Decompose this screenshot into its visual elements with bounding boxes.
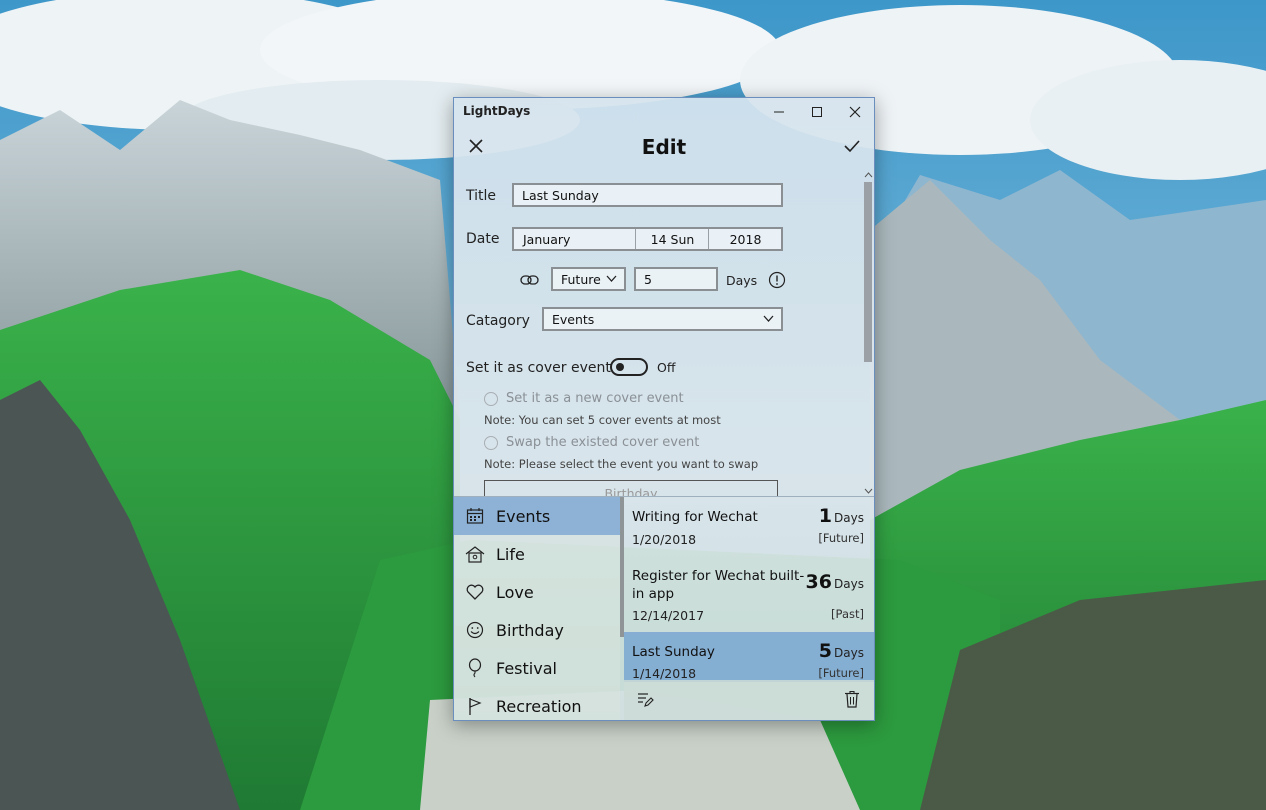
trash-icon[interactable] [844, 690, 860, 708]
link-icon[interactable] [520, 273, 540, 287]
event-date: 1/14/2018 [632, 666, 697, 681]
event-item[interactable]: Register for Wechat built-in app 12/14/2… [624, 553, 874, 629]
title-bar[interactable]: LightDays [454, 98, 874, 126]
category-item-recreation[interactable]: Recreation [454, 687, 620, 720]
event-unit: Days [834, 646, 864, 660]
event-count: 36 [805, 571, 832, 593]
form-scrollbar[interactable] [862, 170, 874, 496]
flag-icon [464, 695, 486, 717]
bottom-command-bar [624, 680, 874, 720]
event-unit: Days [834, 511, 864, 525]
radio-swap-cover-label: Swap the existed cover event [506, 435, 700, 450]
chevron-down-icon [763, 315, 774, 322]
category-label: Love [496, 582, 534, 602]
event-name: Last Sunday [632, 644, 715, 660]
scrollbar-thumb[interactable] [864, 182, 872, 362]
event-date: 1/20/2018 [632, 532, 697, 547]
direction-dropdown[interactable]: Future [551, 267, 626, 291]
event-tag: [Past] [831, 607, 864, 621]
event-tag: [Future] [818, 531, 864, 545]
smiley-icon [464, 619, 486, 641]
category-label: Events [496, 506, 551, 526]
event-name: Writing for Wechat [632, 509, 758, 525]
calendar-icon [464, 505, 486, 527]
category-item-life[interactable]: Life [454, 535, 620, 573]
radio-circle [484, 435, 498, 450]
close-icon [849, 106, 861, 118]
category-list: Events Life Love Birthday Festival Recre… [454, 497, 620, 720]
title-input-value: Last Sunday [522, 188, 599, 203]
event-count: 5 [818, 640, 832, 662]
days-unit-label: Days [726, 273, 758, 288]
cover-event-toggle[interactable] [610, 358, 648, 376]
category-item-festival[interactable]: Festival [454, 649, 620, 687]
days-count-value: 5 [644, 272, 652, 287]
event-item[interactable]: Writing for Wechat 1/20/2018 1 Days [Fut… [624, 497, 874, 549]
confirm-button[interactable] [842, 136, 862, 156]
app-title: LightDays [463, 104, 531, 118]
event-count: 1 [818, 505, 832, 527]
radio-new-cover-label: Set it as a new cover event [506, 391, 684, 406]
maximize-button[interactable] [798, 98, 836, 126]
toggle-knob [616, 363, 624, 371]
category-label: Recreation [496, 696, 582, 716]
event-unit: Days [834, 577, 864, 591]
event-item-selected[interactable]: Last Sunday 1/14/2018 5 Days [Future] [624, 632, 874, 682]
radio-circle [484, 391, 498, 406]
category-item-birthday[interactable]: Birthday [454, 611, 620, 649]
swap-event-list[interactable]: Birthday [484, 480, 778, 496]
category-item-events[interactable]: Events [454, 497, 620, 535]
date-year[interactable]: 2018 [708, 229, 782, 249]
category-label: Birthday [496, 620, 564, 640]
radio-new-cover[interactable]: Set it as a new cover event [484, 391, 684, 406]
scroll-down-icon[interactable] [864, 488, 873, 494]
category-dropdown[interactable]: Events [542, 307, 783, 331]
note-new-cover: Note: You can set 5 cover events at most [484, 413, 721, 427]
info-icon[interactable] [768, 271, 786, 289]
edit-form: Title Last Sunday Date January 14 Sun 20… [454, 170, 862, 496]
chevron-down-icon [606, 275, 617, 282]
maximize-icon [812, 107, 822, 117]
date-day[interactable]: 14 Sun [635, 229, 709, 249]
category-label: Catagory [466, 313, 530, 329]
event-name: Register for Wechat built-in app [632, 568, 805, 602]
date-label: Date [466, 231, 500, 247]
date-month[interactable]: January [514, 229, 635, 249]
category-label: Festival [496, 658, 557, 678]
event-date: 12/14/2017 [632, 608, 705, 623]
category-value: Events [552, 312, 595, 327]
title-label: Title [466, 188, 497, 204]
cover-toggle-state: Off [657, 360, 676, 375]
title-input[interactable]: Last Sunday [512, 183, 783, 207]
page-title: Edit [641, 135, 687, 159]
cover-event-label: Set it as cover event [466, 360, 611, 376]
minimize-button[interactable] [760, 98, 798, 126]
balloon-icon [464, 657, 486, 679]
date-picker[interactable]: January 14 Sun 2018 [512, 227, 783, 251]
minimize-icon [774, 111, 784, 113]
days-count-input[interactable]: 5 [634, 267, 718, 291]
event-tag: [Future] [818, 666, 864, 680]
radio-swap-cover[interactable]: Swap the existed cover event [484, 435, 699, 450]
swap-event-first: Birthday [604, 486, 658, 496]
edit-list-icon[interactable] [636, 690, 654, 708]
category-item-love[interactable]: Love [454, 573, 620, 611]
heart-icon [464, 581, 486, 603]
page-header: Edit [454, 126, 874, 170]
category-label: Life [496, 544, 525, 564]
home-icon [464, 543, 486, 565]
scroll-up-icon[interactable] [864, 172, 873, 178]
note-swap-cover: Note: Please select the event you want t… [484, 457, 759, 471]
close-window-button[interactable] [836, 98, 874, 126]
bottom-panel: Events Life Love Birthday Festival Recre… [454, 496, 874, 720]
direction-value: Future [561, 272, 601, 287]
app-window: LightDays Edit Title Last Sunday Date Ja… [453, 97, 875, 721]
